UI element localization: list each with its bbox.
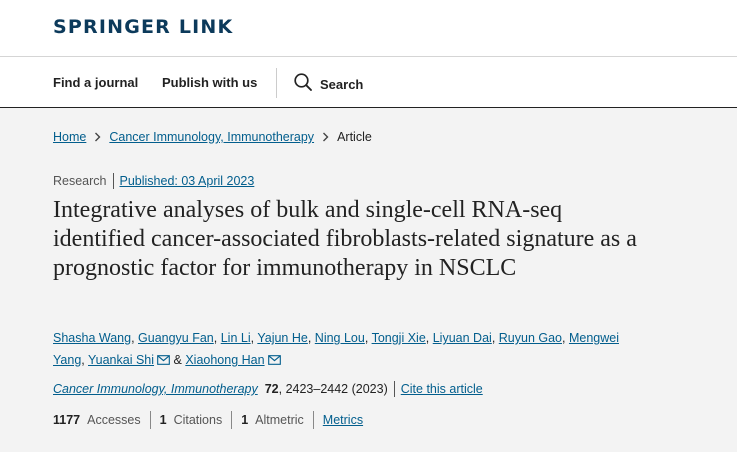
- article-meta: Research Published: 03 April 2023: [53, 173, 254, 189]
- email-icon[interactable]: [157, 350, 170, 372]
- accesses-count: 1177: [53, 413, 81, 427]
- metrics-link[interactable]: Metrics: [323, 413, 363, 427]
- journal-link[interactable]: Cancer Immunology, Immunotherapy: [53, 382, 258, 396]
- article-type: Research: [53, 174, 107, 188]
- citations-label: Citations: [173, 413, 223, 427]
- author-separator: ,: [562, 331, 569, 345]
- author-link[interactable]: Guangyu Fan: [138, 331, 214, 345]
- author-separator: ,: [131, 331, 139, 345]
- metrics-divider: [231, 411, 233, 429]
- article-metrics: 1177 Accesses 1 Citations 1 Altmetric Me…: [53, 411, 363, 429]
- search-button[interactable]: Search: [293, 72, 363, 97]
- author-link[interactable]: Liyuan Dai: [433, 331, 492, 345]
- author-link[interactable]: Yuankai Shi: [88, 353, 154, 367]
- metrics-divider: [149, 411, 151, 429]
- citation-line: Cancer Immunology, Immunotherapy 72 , 24…: [53, 381, 483, 397]
- breadcrumb: Home Cancer Immunology, Immunotherapy Ar…: [53, 130, 372, 144]
- volume-number: 72: [264, 382, 279, 396]
- published-date-link[interactable]: Published: 03 April 2023: [120, 174, 255, 188]
- author-link[interactable]: Lin Li: [221, 331, 251, 345]
- author-link[interactable]: Shasha Wang: [53, 331, 131, 345]
- find-journal-link[interactable]: Find a journal: [53, 75, 138, 90]
- author-link[interactable]: Ning Lou: [315, 331, 365, 345]
- article-title: Integrative analyses of bulk and single-…: [53, 197, 637, 281]
- author-separator: ,: [81, 353, 88, 367]
- main-nav: Find a journal Publish with us Search: [0, 57, 737, 108]
- breadcrumb-journal[interactable]: Cancer Immunology, Immunotherapy: [109, 130, 314, 144]
- meta-divider: [112, 173, 114, 189]
- author-separator: ,: [425, 331, 433, 345]
- springer-link-logo[interactable]: SPRINGER LINK: [53, 16, 233, 38]
- breadcrumb-current: Article: [337, 130, 372, 144]
- breadcrumb-home[interactable]: Home: [53, 130, 86, 144]
- metrics-divider: [312, 411, 314, 429]
- citations-count: 1: [159, 413, 167, 427]
- author-link[interactable]: Yajun He: [257, 331, 308, 345]
- site-header: SPRINGER LINK: [0, 0, 737, 57]
- chevron-right-icon: [322, 132, 329, 142]
- author-link[interactable]: Ruyun Gao: [499, 331, 562, 345]
- citation-divider: [393, 381, 395, 397]
- author-link[interactable]: Xiaohong Han: [185, 353, 264, 367]
- author-and: &: [170, 353, 186, 367]
- accesses-label: Accesses: [87, 413, 141, 427]
- email-icon[interactable]: [267, 350, 281, 372]
- author-separator: ,: [364, 331, 372, 345]
- author-separator: ,: [491, 331, 499, 345]
- author-link[interactable]: Tongji Xie: [372, 331, 426, 345]
- altmetric-label: Altmetric: [255, 413, 304, 427]
- author-list: Shasha Wang, Guangyu Fan, Lin Li, Yajun …: [53, 327, 653, 372]
- author-separator: ,: [307, 331, 315, 345]
- cite-this-article-link[interactable]: Cite this article: [401, 382, 483, 396]
- altmetric-count: 1: [241, 413, 249, 427]
- search-icon: [293, 72, 313, 97]
- chevron-right-icon: [94, 132, 101, 142]
- page-range: , 2423–2442 (2023): [278, 382, 388, 396]
- publish-with-us-link[interactable]: Publish with us: [162, 75, 257, 90]
- author-separator: ,: [213, 331, 221, 345]
- search-label: Search: [320, 77, 364, 92]
- nav-divider: [276, 68, 277, 98]
